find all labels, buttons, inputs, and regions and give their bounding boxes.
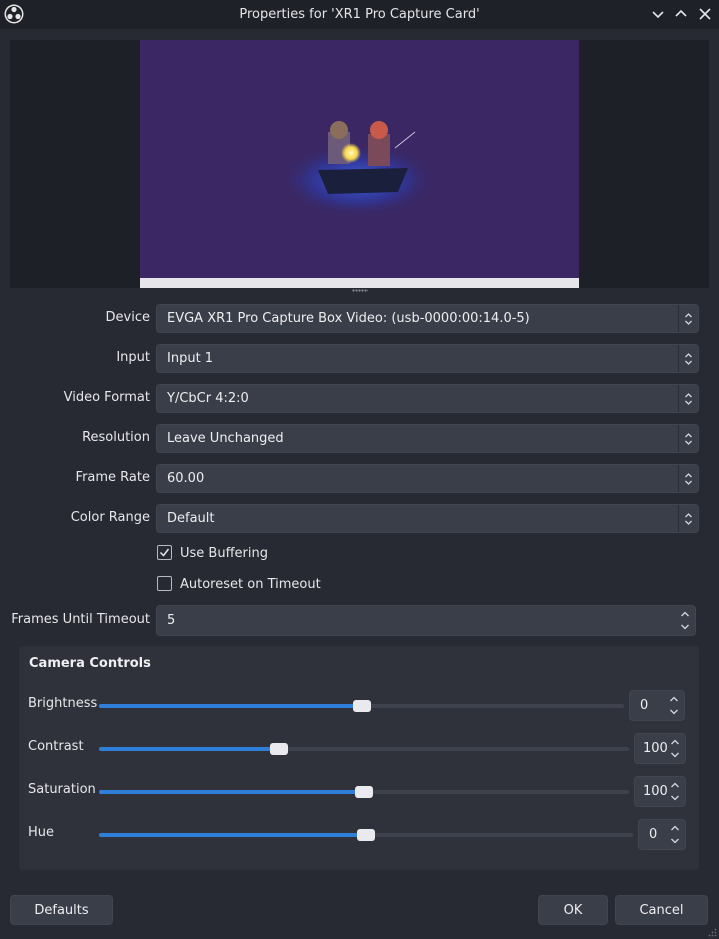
minimize-icon[interactable] xyxy=(650,6,666,22)
autoreset-checkbox[interactable] xyxy=(157,576,172,591)
input-label: Input xyxy=(116,350,150,365)
frames-until-timeout-spinbox[interactable]: 5 xyxy=(156,605,696,636)
use-buffering-label[interactable]: Use Buffering xyxy=(180,546,268,561)
title-bar: Properties for 'XR1 Pro Capture Card' xyxy=(0,0,719,29)
hue-slider-handle[interactable] xyxy=(357,829,375,841)
color-range-select[interactable]: Default xyxy=(156,504,699,533)
video-format-value: Y/CbCr 4:2:0 xyxy=(167,391,249,406)
combo-arrows-icon xyxy=(678,425,698,452)
ok-button[interactable]: OK xyxy=(538,895,608,925)
spin-arrows-icon[interactable] xyxy=(668,779,682,804)
spin-arrows-icon[interactable] xyxy=(668,736,682,761)
hue-label: Hue xyxy=(28,825,55,840)
camera-controls-title: Camera Controls xyxy=(29,656,151,671)
window-title: Properties for 'XR1 Pro Capture Card' xyxy=(239,7,480,22)
preview-image xyxy=(278,121,438,218)
brightness-label: Brightness xyxy=(28,696,98,711)
saturation-value: 100 xyxy=(643,784,668,799)
video-format-label: Video Format xyxy=(63,390,150,405)
frame-rate-select[interactable]: 60.00 xyxy=(156,464,699,493)
brightness-slider-handle[interactable] xyxy=(353,700,371,712)
color-range-label: Color Range xyxy=(70,510,150,525)
saturation-slider-handle[interactable] xyxy=(355,786,373,798)
device-value: EVGA XR1 Pro Capture Box Video: (usb-000… xyxy=(167,311,530,326)
video-format-select[interactable]: Y/CbCr 4:2:0 xyxy=(156,384,699,413)
resolution-select[interactable]: Leave Unchanged xyxy=(156,424,699,453)
resolution-value: Leave Unchanged xyxy=(167,431,284,446)
contrast-slider[interactable] xyxy=(99,743,629,755)
hue-slider[interactable] xyxy=(99,829,633,841)
input-value: Input 1 xyxy=(167,351,214,366)
hue-value: 0 xyxy=(649,827,658,842)
contrast-spinbox[interactable]: 100 xyxy=(634,733,686,764)
video-preview xyxy=(140,40,579,288)
maximize-icon[interactable] xyxy=(673,6,689,22)
contrast-label: Contrast xyxy=(28,739,84,754)
device-select[interactable]: EVGA XR1 Pro Capture Box Video: (usb-000… xyxy=(156,304,699,333)
use-buffering-checkbox[interactable] xyxy=(157,545,172,560)
resolution-label: Resolution xyxy=(82,430,150,445)
spin-arrows-icon[interactable] xyxy=(678,608,692,633)
combo-arrows-icon xyxy=(678,385,698,412)
saturation-slider-fill xyxy=(99,790,364,794)
checkmark-icon xyxy=(159,548,170,557)
frames-until-timeout-label: Frames Until Timeout xyxy=(11,612,150,627)
saturation-label: Saturation xyxy=(28,782,96,797)
frames-until-timeout-value: 5 xyxy=(167,613,176,628)
spin-arrows-icon[interactable] xyxy=(668,822,682,847)
frame-rate-value: 60.00 xyxy=(167,471,205,486)
combo-arrows-icon xyxy=(678,505,698,532)
hue-spinbox[interactable]: 0 xyxy=(638,819,686,850)
preview-taskbar xyxy=(140,278,579,288)
resize-grip-icon[interactable] xyxy=(707,927,717,937)
combo-arrows-icon xyxy=(678,305,698,332)
saturation-spinbox[interactable]: 100 xyxy=(634,776,686,807)
contrast-slider-handle[interactable] xyxy=(270,743,288,755)
autoreset-label[interactable]: Autoreset on Timeout xyxy=(180,577,321,592)
saturation-slider[interactable] xyxy=(99,786,629,798)
hue-slider-fill xyxy=(99,833,366,837)
combo-arrows-icon xyxy=(678,465,698,492)
contrast-value: 100 xyxy=(643,741,668,756)
input-select[interactable]: Input 1 xyxy=(156,344,699,373)
device-label: Device xyxy=(105,310,150,325)
spin-arrows-icon[interactable] xyxy=(667,693,681,718)
obs-logo-icon[interactable] xyxy=(4,4,24,24)
cancel-button[interactable]: Cancel xyxy=(615,895,708,925)
brightness-slider[interactable] xyxy=(99,700,624,712)
color-range-value: Default xyxy=(167,511,215,526)
contrast-slider-fill xyxy=(99,747,279,751)
close-icon[interactable] xyxy=(697,6,713,22)
splitter-handle[interactable] xyxy=(352,289,368,292)
brightness-spinbox[interactable]: 0 xyxy=(629,690,685,721)
brightness-slider-fill xyxy=(99,704,362,708)
frame-rate-label: Frame Rate xyxy=(75,470,150,485)
defaults-button[interactable]: Defaults xyxy=(10,895,113,925)
brightness-value: 0 xyxy=(640,698,649,713)
combo-arrows-icon xyxy=(678,345,698,372)
